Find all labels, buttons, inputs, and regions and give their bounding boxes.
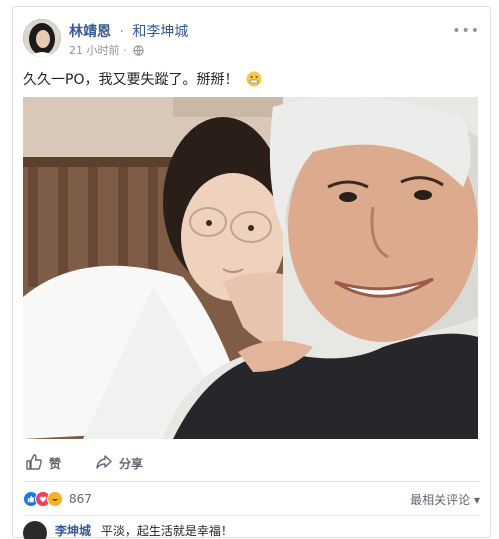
post-time[interactable]: 21 小时前 [69, 44, 120, 57]
post-actions: 赞 分享 [23, 449, 480, 475]
post-photo[interactable] [23, 97, 478, 439]
author-avatar[interactable] [23, 19, 61, 57]
comment-text: 平淡，起生活就是幸福！ [100, 524, 233, 538]
haha-icon [47, 491, 63, 507]
thumbs-up-icon [25, 453, 43, 474]
comment-sort-dropdown[interactable]: 最相关评论 ▾ [410, 491, 480, 508]
share-label: 分享 [119, 457, 144, 471]
post-text: 久久一PO，我又要失蹤了。掰掰！ [23, 69, 262, 91]
public-globe-icon [133, 45, 144, 59]
comment-item: 李坤城 平淡，起生活就是幸福！ [23, 519, 480, 539]
reactions-summary[interactable]: 867 [23, 489, 92, 509]
actions-divider [23, 481, 480, 482]
post-meta: 21 小时前 · [69, 42, 144, 59]
reaction-count: 867 [69, 492, 92, 506]
meta-separator: · [123, 44, 127, 57]
post-message: 久久一PO，我又要失蹤了。掰掰！ [23, 72, 239, 88]
grin-emoji-icon [246, 71, 262, 91]
tagged-name[interactable]: 和李坤城 [132, 24, 188, 40]
chevron-down-icon: ▾ [473, 493, 480, 507]
like-label: 赞 [49, 457, 62, 471]
author-line: 林靖恩 · 和李坤城 [69, 21, 188, 41]
commenter-avatar[interactable] [23, 521, 47, 539]
separator-dot: · [119, 24, 124, 40]
comments-divider [23, 515, 480, 516]
author-name[interactable]: 林靖恩 [69, 24, 111, 40]
commenter-name[interactable]: 李坤城 [55, 524, 91, 538]
like-button[interactable]: 赞 [25, 453, 61, 474]
share-button[interactable]: 分享 [95, 453, 143, 474]
comment-text-line: 李坤城 平淡，起生活就是幸福！ [55, 522, 233, 539]
sort-label: 最相关评论 [410, 493, 471, 507]
post-header: 林靖恩 · 和李坤城 21 小时前 · ••• [23, 15, 480, 59]
more-options-icon[interactable]: ••• [452, 23, 480, 39]
post-card: 林靖恩 · 和李坤城 21 小时前 · ••• 久久一PO，我又要失蹤了。掰掰！ [12, 6, 491, 539]
share-arrow-icon [95, 453, 113, 474]
